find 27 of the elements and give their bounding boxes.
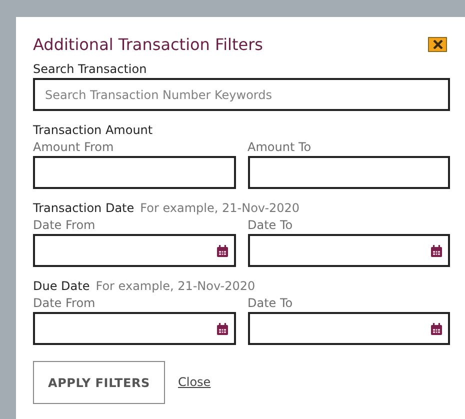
close-icon[interactable] bbox=[428, 36, 447, 52]
calendar-icon[interactable] bbox=[431, 245, 442, 257]
calendar-icon[interactable] bbox=[216, 245, 228, 257]
section-label: Due Date bbox=[33, 279, 90, 293]
amount-field[interactable] bbox=[248, 156, 450, 189]
field-label: Amount From bbox=[33, 139, 115, 156]
dialog-title: Additional Transaction Filters bbox=[33, 34, 263, 54]
apply-filters-button[interactable]: APPLY FILTERS bbox=[33, 361, 165, 404]
calendar-icon[interactable] bbox=[216, 323, 228, 335]
field-label: Date To bbox=[248, 295, 294, 312]
format-hint: For example, 21-Nov-2020 bbox=[140, 201, 300, 215]
field-label: Date From bbox=[33, 295, 96, 312]
search-field[interactable]: Search Transaction Number Keywords bbox=[33, 78, 450, 111]
format-hint: For example, 21-Nov-2020 bbox=[96, 279, 256, 293]
date-field[interactable] bbox=[248, 234, 450, 267]
amount-field[interactable] bbox=[33, 156, 236, 189]
field-label: Date To bbox=[248, 217, 294, 234]
field-label: Amount To bbox=[248, 139, 312, 156]
close-link[interactable]: Close bbox=[178, 375, 211, 389]
section-label: Transaction Amount bbox=[33, 123, 153, 137]
section-label: Search Transaction bbox=[33, 62, 147, 76]
section-label: Transaction Date bbox=[33, 201, 134, 215]
date-field[interactable] bbox=[33, 312, 236, 345]
field-label: Date From bbox=[33, 217, 96, 234]
calendar-icon[interactable] bbox=[431, 323, 442, 335]
date-field[interactable] bbox=[33, 234, 236, 267]
date-field[interactable] bbox=[248, 312, 450, 345]
